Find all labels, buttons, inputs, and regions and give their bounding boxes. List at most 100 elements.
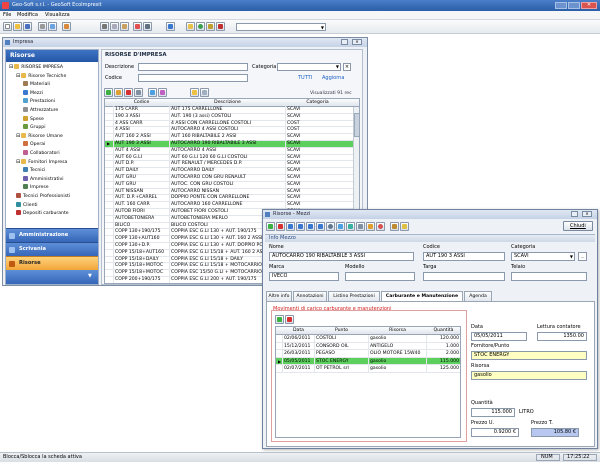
lettura-input[interactable]: 1350.00: [537, 332, 587, 341]
tree-item[interactable]: ⊟ Risorse Umane: [16, 132, 63, 140]
tree-item[interactable]: Tecnici: [23, 167, 45, 174]
delete-icon[interactable]: [124, 88, 133, 97]
close-icon[interactable]: ✕: [581, 2, 597, 9]
add-movement-icon[interactable]: [275, 315, 284, 324]
close-icon[interactable]: ✕: [352, 39, 362, 45]
search-icon[interactable]: [326, 222, 335, 231]
refresh-icon[interactable]: [346, 222, 355, 231]
tree-item[interactable]: Attrezzature: [23, 107, 58, 114]
code-input[interactable]: [138, 74, 248, 82]
tree-item[interactable]: Mezzi: [23, 89, 43, 97]
calendar-icon[interactable]: [133, 22, 142, 31]
categoria-lookup-icon[interactable]: …: [578, 252, 587, 261]
tab-altre-info[interactable]: Altre info: [266, 291, 292, 301]
codice-input[interactable]: AUT 190 3 ASSI: [423, 252, 505, 261]
note-icon[interactable]: [400, 222, 409, 231]
tree-item[interactable]: Clienti: [16, 201, 38, 209]
print-icon[interactable]: [356, 222, 365, 231]
last-record-icon[interactable]: [316, 222, 325, 231]
tree-item[interactable]: ⊟ Risorse Tecniche: [16, 72, 66, 80]
movement-row[interactable]: 15/12/2011 CONSORD OIL ANTIGELO 1.000: [276, 342, 460, 351]
expand-icon[interactable]: ⊟: [16, 133, 20, 139]
prev-record-icon[interactable]: [296, 222, 305, 231]
tree-item[interactable]: ⊟ RISORSE IMPRESA: [9, 64, 63, 71]
print-icon[interactable]: [134, 88, 143, 97]
nav-amministrazione[interactable]: Amministrazione: [6, 228, 98, 242]
nav-more[interactable]: ▼: [6, 270, 98, 284]
col-header-categoria[interactable]: Categoria: [285, 99, 349, 106]
tree-item[interactable]: Tecnici Professionisti: [16, 193, 70, 200]
expand-icon[interactable]: ⊟: [16, 73, 20, 79]
print-icon[interactable]: [38, 22, 47, 31]
tree-item[interactable]: Prestazioni: [23, 98, 55, 105]
tree-item[interactable]: Gruppi: [23, 124, 45, 131]
tree-item[interactable]: Operai: [23, 141, 45, 148]
expand-icon[interactable]: ⊟: [16, 159, 20, 165]
clear-category-icon[interactable]: ×: [343, 63, 351, 71]
window-icon[interactable]: [166, 22, 175, 31]
categoria-select[interactable]: SCAVI ▼: [511, 252, 575, 261]
folder-icon[interactable]: [190, 88, 199, 97]
expand-icon[interactable]: ⊟: [9, 64, 13, 70]
col-header-codice[interactable]: Codice: [113, 99, 169, 106]
tab-agenda[interactable]: Agenda: [464, 291, 492, 301]
minimize-icon[interactable]: [341, 39, 348, 45]
risorsa-input[interactable]: gasolio: [471, 371, 587, 380]
menu-file[interactable]: File: [3, 12, 11, 19]
telaio-input[interactable]: [511, 272, 587, 281]
tree-item[interactable]: Amministrativi: [23, 175, 64, 183]
marca-input[interactable]: IVECO: [269, 272, 339, 281]
nav-scrivania[interactable]: Scrivania: [6, 242, 98, 256]
exit-icon[interactable]: [216, 22, 225, 31]
menu-modifica[interactable]: Modifica: [17, 12, 38, 19]
attach-icon[interactable]: [390, 222, 399, 231]
cancel-icon[interactable]: [376, 222, 385, 231]
edit-icon[interactable]: [366, 222, 375, 231]
help-icon[interactable]: [196, 22, 205, 31]
category-select[interactable]: ▼: [277, 63, 341, 71]
next-record-icon[interactable]: [306, 222, 315, 231]
edit-icon[interactable]: [114, 88, 123, 97]
col-header-risorsa[interactable]: Risorsa: [368, 327, 426, 334]
scroll-thumb[interactable]: [354, 113, 359, 137]
save-icon[interactable]: [23, 22, 32, 31]
paste-icon[interactable]: [120, 22, 129, 31]
data-input[interactable]: 05/05/2011: [471, 332, 527, 341]
tree-item[interactable]: Materiali: [23, 81, 50, 88]
new-icon[interactable]: [3, 22, 12, 31]
lock-icon[interactable]: [206, 22, 215, 31]
export-icon[interactable]: [148, 88, 157, 97]
copy-icon[interactable]: [200, 88, 209, 97]
col-header-descrizione[interactable]: Descrizione: [169, 99, 285, 106]
close-icon[interactable]: ✕: [582, 211, 592, 217]
nav-risorse[interactable]: Risorse: [6, 256, 98, 270]
first-record-icon[interactable]: [286, 222, 295, 231]
prezzo-t-input[interactable]: 105.80 €: [531, 428, 579, 437]
filter-icon[interactable]: [158, 88, 167, 97]
add-icon[interactable]: [104, 88, 113, 97]
movement-row[interactable]: 26/03/2011 PEGASO OLIO MOTORE 15W40 2.000: [276, 350, 460, 358]
tree-item[interactable]: Depositi carburante: [16, 210, 69, 217]
add-icon[interactable]: [266, 222, 275, 231]
maximize-icon[interactable]: [568, 2, 580, 9]
chiudi-button[interactable]: Chiudi: [563, 221, 593, 231]
tools-icon[interactable]: [62, 22, 71, 31]
delete-icon[interactable]: [276, 222, 285, 231]
filter-icon[interactable]: [336, 222, 345, 231]
minimize-icon[interactable]: [555, 2, 567, 9]
quantita-input[interactable]: 115.000: [471, 408, 515, 417]
delete-movement-icon[interactable]: [285, 315, 294, 324]
prezzo-u-input[interactable]: 0.9200 €: [471, 428, 519, 437]
tree-item[interactable]: Collaboratori: [23, 150, 60, 157]
targa-input[interactable]: [423, 272, 505, 281]
col-header-data[interactable]: Data: [282, 327, 314, 334]
menu-visualizza[interactable]: Visualizza: [45, 12, 70, 19]
mail-icon[interactable]: [186, 22, 195, 31]
nome-input[interactable]: AUTOCARRO 190 RIBALTABILE 3 ASSI: [269, 252, 414, 261]
minimize-icon[interactable]: [571, 211, 578, 217]
copy-icon[interactable]: [110, 22, 119, 31]
modello-input[interactable]: [345, 272, 415, 281]
tutti-link[interactable]: TUTTI: [298, 75, 312, 82]
tab-listino-prestazioni[interactable]: Listino Prestazioni: [328, 291, 380, 301]
movement-row[interactable]: 02/07/2011 OT PETROL srl gasolio 125.000: [276, 365, 460, 373]
